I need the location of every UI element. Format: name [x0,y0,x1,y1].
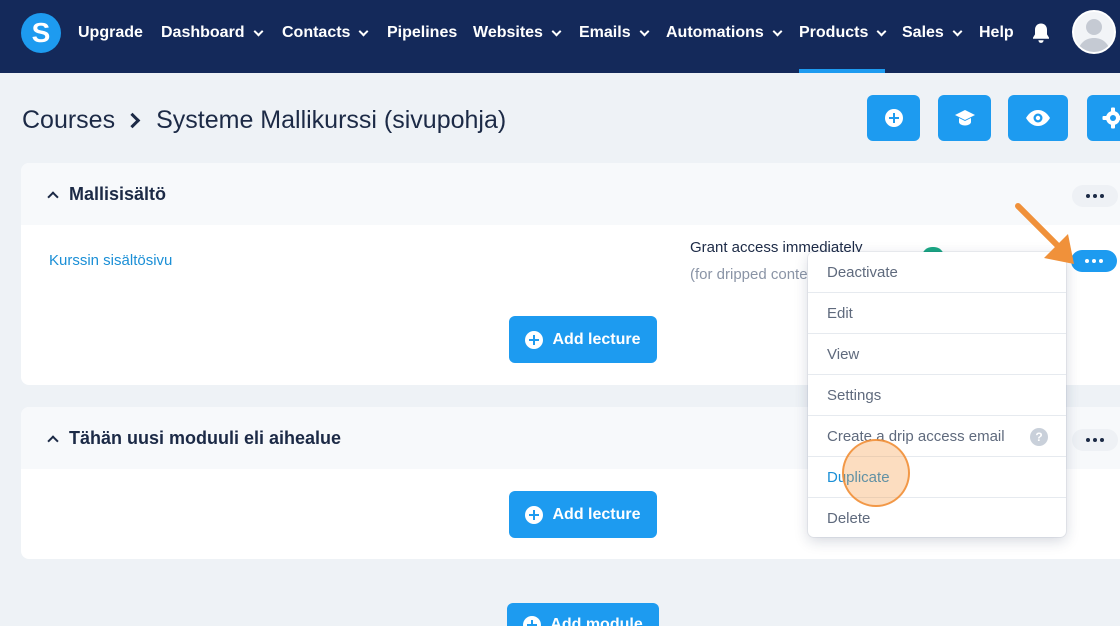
gear-icon [1102,107,1120,129]
dot [1099,259,1103,263]
menu-item-edit[interactable]: Edit [808,293,1066,334]
settings-button[interactable] [1087,95,1120,141]
lecture-link[interactable]: Kurssin sisältösivu [49,252,172,269]
plus-circle-icon [525,330,544,349]
nav-label: Help [979,24,1014,41]
course-students-button[interactable] [938,95,991,141]
chevron-up-icon[interactable] [47,434,59,447]
logo-letter: S [31,17,51,48]
menu-item-label: Delete [827,510,871,527]
dot [1085,259,1089,263]
module-title[interactable]: Mallisisältö [47,183,167,205]
module-title-text: Mallisisältö [69,183,167,204]
eye-icon [1026,110,1050,126]
menu-item-label: Settings [827,386,882,404]
page-title: Systeme Mallikurssi (sivupohja) [156,105,507,134]
nav-label: Pipelines [387,24,458,41]
nav-emails[interactable]: Emails [579,22,650,44]
nav-upgrade[interactable]: Upgrade [78,22,143,44]
menu-item-label: Edit [827,304,853,322]
menu-item-label: Deactivate [827,263,898,281]
nav-label: Emails [579,24,631,41]
menu-item-settings[interactable]: Settings [808,375,1066,416]
nav-label: Products [799,24,869,41]
breadcrumb-courses[interactable]: Courses [22,106,115,135]
nav-label: Contacts [282,24,351,41]
preview-button[interactable] [1008,95,1068,141]
dot [1092,259,1096,263]
dot [1093,438,1097,442]
module-title-text: Tähän uusi moduuli eli aihealue [69,427,342,448]
chevron-down-icon [253,26,264,36]
nav-label: Sales [902,24,944,41]
nav-websites[interactable]: Websites [473,22,562,44]
add-lecture-button[interactable]: Add lecture [509,316,657,363]
chevron-down-icon [952,26,963,36]
dot [1086,194,1090,198]
menu-item-label: Create a drip access email [827,427,1005,445]
nav-contacts[interactable]: Contacts [282,22,369,44]
chevron-down-icon [551,26,562,36]
menu-item-label: View [827,345,860,363]
add-module-button[interactable]: Add module [507,603,659,626]
bell-icon[interactable] [1031,22,1051,44]
nav-automations[interactable]: Automations [666,22,783,44]
chevron-right-icon [124,112,141,128]
arrow-pointer-icon [1015,203,1074,264]
chevron-up-icon[interactable] [47,190,59,203]
module-options-button[interactable] [1072,429,1118,451]
dot [1093,194,1097,198]
nav-label: Upgrade [78,24,143,41]
dot [1086,438,1090,442]
add-button[interactable] [867,95,920,141]
nav-sales[interactable]: Sales [902,22,963,44]
plus-circle-icon [523,616,542,626]
menu-item-drip-email[interactable]: Create a drip access email ? [808,416,1066,457]
nav-dashboard[interactable]: Dashboard [161,22,264,44]
nav-pipelines[interactable]: Pipelines [387,22,457,44]
click-highlight-marker [842,439,910,507]
menu-item-view[interactable]: View [808,334,1066,375]
nav-products[interactable]: Products [799,22,887,44]
chevron-down-icon [359,26,369,36]
add-lecture-button[interactable]: Add lecture [509,491,657,538]
chevron-down-icon [876,26,887,36]
dot [1100,194,1104,198]
nav-label: Dashboard [161,24,245,41]
access-note: (for dripped content) [690,266,810,283]
module-header[interactable]: Mallisisältö [21,163,1120,225]
avatar[interactable] [1072,10,1116,54]
module-title[interactable]: Tähän uusi moduuli eli aihealue [47,427,342,449]
nav-label: Automations [666,24,764,41]
chevron-down-icon [772,26,783,36]
dot [1100,438,1104,442]
lecture-options-menu: Deactivate Edit View Settings Create a d… [808,252,1066,537]
add-icon [884,109,903,127]
user-icon [1078,19,1110,52]
button-label: Add lecture [552,505,641,523]
nav-label: Websites [473,24,543,41]
nav-active-indicator [799,69,885,73]
plus-circle-icon [525,505,544,524]
graduation-cap-icon [954,110,975,126]
top-navigation: S Upgrade Dashboard Contacts Pipelines W… [0,0,1120,73]
systeme-logo[interactable]: S [21,13,61,53]
nav-help[interactable]: Help [979,22,1014,44]
button-label: Add lecture [552,330,641,348]
chevron-down-icon [639,26,650,36]
button-label: Add module [550,616,643,626]
help-icon[interactable]: ? [1030,428,1048,446]
breadcrumb: Courses Systeme Mallikurssi (sivupohja) [22,104,506,136]
menu-item-delete[interactable]: Delete [808,498,1066,539]
